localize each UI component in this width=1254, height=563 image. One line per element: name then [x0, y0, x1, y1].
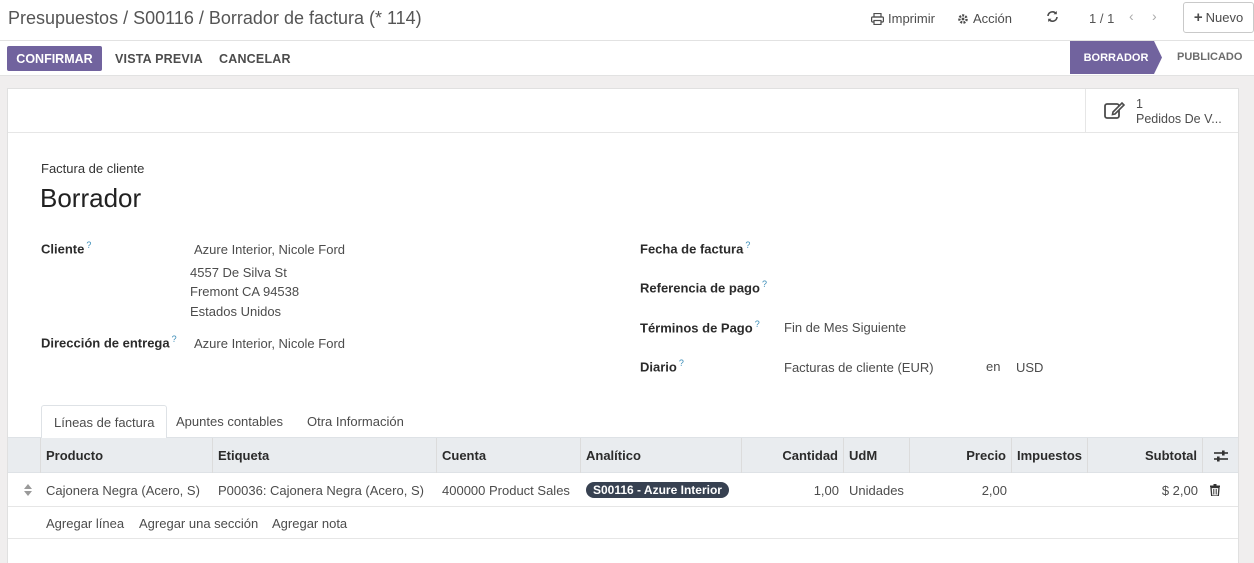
help-icon[interactable]: ?	[745, 240, 750, 250]
customer-label: Cliente?	[41, 240, 92, 257]
cell-quantity[interactable]: 1,00	[742, 473, 844, 507]
cell-product[interactable]: Cajonera Negra (Acero, S)	[41, 473, 213, 507]
edit-icon	[1104, 101, 1126, 119]
pager-value[interactable]: 1 / 1	[1089, 11, 1114, 26]
payment-reference-label: Referencia de pago?	[640, 279, 767, 296]
add-section-link[interactable]: Agregar una sección	[139, 516, 258, 531]
tab-journal-items[interactable]: Apuntes contables	[164, 405, 295, 438]
print-button[interactable]: Imprimir	[871, 11, 935, 26]
breadcrumb-current: Borrador de factura (* 114)	[208, 8, 422, 28]
refresh-icon	[1047, 11, 1058, 22]
move-type-label: Factura de cliente	[41, 161, 145, 176]
help-icon[interactable]: ?	[762, 279, 767, 289]
action-button[interactable]: Acción	[957, 11, 1012, 26]
journal-label: Diario?	[640, 358, 684, 375]
breadcrumb-item-order[interactable]: S00116	[133, 8, 194, 28]
customer-address-line: 4557 De Silva St	[190, 265, 287, 280]
delivery-address-field[interactable]: Azure Interior, Nicole Ford	[194, 336, 345, 351]
breadcrumb: Presupuestos / S00116 / Borrador de fact…	[8, 8, 422, 29]
drag-handle-icon[interactable]	[24, 473, 41, 507]
cell-subtotal: $ 2,00	[1161, 482, 1198, 498]
status-posted[interactable]: PUBLICADO	[1177, 51, 1242, 63]
customer-address-line: Fremont CA 94538	[190, 284, 300, 299]
page-title: Borrador	[40, 183, 142, 213]
invoice-date-field[interactable]	[784, 237, 1084, 259]
action-label: Acción	[973, 11, 1013, 26]
add-line-row: Agregar línea Agregar una sección Agrega…	[8, 507, 1238, 539]
cell-uom[interactable]: Unidades	[844, 473, 910, 507]
trash-icon[interactable]	[1203, 473, 1227, 507]
cell-analytic[interactable]: S00116 - Azure Interior	[581, 473, 742, 507]
column-header-price[interactable]: Precio	[910, 438, 1012, 473]
breadcrumb-separator: /	[198, 8, 204, 28]
currency-field[interactable]: USD	[1016, 360, 1043, 375]
column-header-product[interactable]: Producto	[41, 438, 213, 473]
table-header: Producto Etiqueta Cuenta Analítico Canti…	[8, 438, 1238, 473]
help-icon[interactable]: ?	[679, 358, 684, 368]
pager-previous-icon[interactable]: ‹	[1129, 8, 1134, 24]
status-draft[interactable]: BORRADOR	[1070, 41, 1162, 74]
customer-field[interactable]: Azure Interior, Nicole Ford	[194, 242, 345, 257]
tab-invoice-lines[interactable]: Líneas de factura	[41, 405, 168, 439]
cell-account[interactable]: 400000 Product Sales	[437, 473, 581, 507]
confirm-button[interactable]: CONFIRMAR	[7, 46, 102, 71]
help-icon[interactable]: ?	[172, 334, 177, 344]
tab-other-info[interactable]: Otra Información	[295, 405, 416, 438]
preview-button[interactable]: VISTA PREVIA	[115, 52, 203, 66]
column-header-account[interactable]: Cuenta	[437, 438, 581, 473]
notebook-tabs: Líneas de factura Apuntes contables Otra…	[8, 405, 1238, 439]
column-header-taxes[interactable]: Impuestos	[1012, 438, 1088, 473]
invoice-date-label: Fecha de factura?	[640, 240, 751, 257]
currency-in-label: en	[986, 359, 1001, 374]
analytic-tag: S00116 - Azure Interior	[586, 482, 729, 498]
cell-taxes[interactable]	[1012, 473, 1088, 507]
refresh-button[interactable]	[1046, 10, 1059, 23]
smart-button-value: 1	[1136, 97, 1143, 111]
breadcrumb-item-quotations[interactable]: Presupuestos	[8, 8, 118, 28]
handle-column-header	[8, 438, 41, 473]
table-row[interactable]: Cajonera Negra (Acero, S) P00036: Cajone…	[8, 473, 1238, 507]
column-header-analytic[interactable]: Analítico	[581, 438, 742, 473]
pager-next-icon[interactable]: ›	[1152, 8, 1157, 24]
statusbar: CONFIRMAR VISTA PREVIA CANCELAR BORRADOR…	[0, 41, 1254, 76]
cell-label[interactable]: P00036: Cajonera Negra (Acero, S)	[213, 473, 437, 507]
form-sheet: 1 Pedidos De V... Factura de cliente Bor…	[7, 88, 1239, 563]
column-header-subtotal[interactable]: Subtotal	[1088, 438, 1203, 473]
add-note-link[interactable]: Agregar nota	[272, 516, 347, 531]
control-panel: Presupuestos / S00116 / Borrador de fact…	[0, 0, 1254, 41]
plus-icon: +	[1193, 9, 1203, 26]
delivery-address-label: Dirección de entrega?	[41, 334, 177, 351]
cancel-button[interactable]: CANCELAR	[219, 52, 291, 66]
payment-reference-field[interactable]	[784, 276, 1084, 298]
help-icon[interactable]: ?	[755, 319, 760, 329]
column-header-uom[interactable]: UdM	[844, 438, 910, 473]
breadcrumb-separator: /	[123, 8, 129, 28]
column-header-label[interactable]: Etiqueta	[213, 438, 437, 473]
payment-terms-field[interactable]: Fin de Mes Siguiente	[784, 320, 906, 335]
optional-columns-toggle[interactable]	[1203, 438, 1238, 473]
payment-terms-label: Términos de Pago?	[640, 319, 760, 336]
printer-icon	[871, 12, 884, 25]
gear-icon	[958, 13, 968, 24]
new-button[interactable]: + Nuevo	[1183, 2, 1254, 33]
smart-button-box: 1 Pedidos De V...	[8, 89, 1238, 133]
sliders-icon	[1213, 450, 1228, 461]
add-line-link[interactable]: Agregar línea	[46, 516, 124, 531]
journal-field[interactable]: Facturas de cliente (EUR)	[784, 360, 934, 375]
cell-price[interactable]: 2,00	[910, 473, 1012, 507]
customer-address-line: Estados Unidos	[190, 304, 282, 319]
sale-orders-smart-button[interactable]: 1 Pedidos De V...	[1085, 89, 1238, 133]
column-header-quantity[interactable]: Cantidad	[742, 438, 844, 473]
smart-button-label: Pedidos De V...	[1136, 112, 1222, 126]
help-icon[interactable]: ?	[86, 240, 91, 250]
new-label: Nuevo	[1205, 10, 1244, 25]
print-label: Imprimir	[888, 11, 935, 26]
